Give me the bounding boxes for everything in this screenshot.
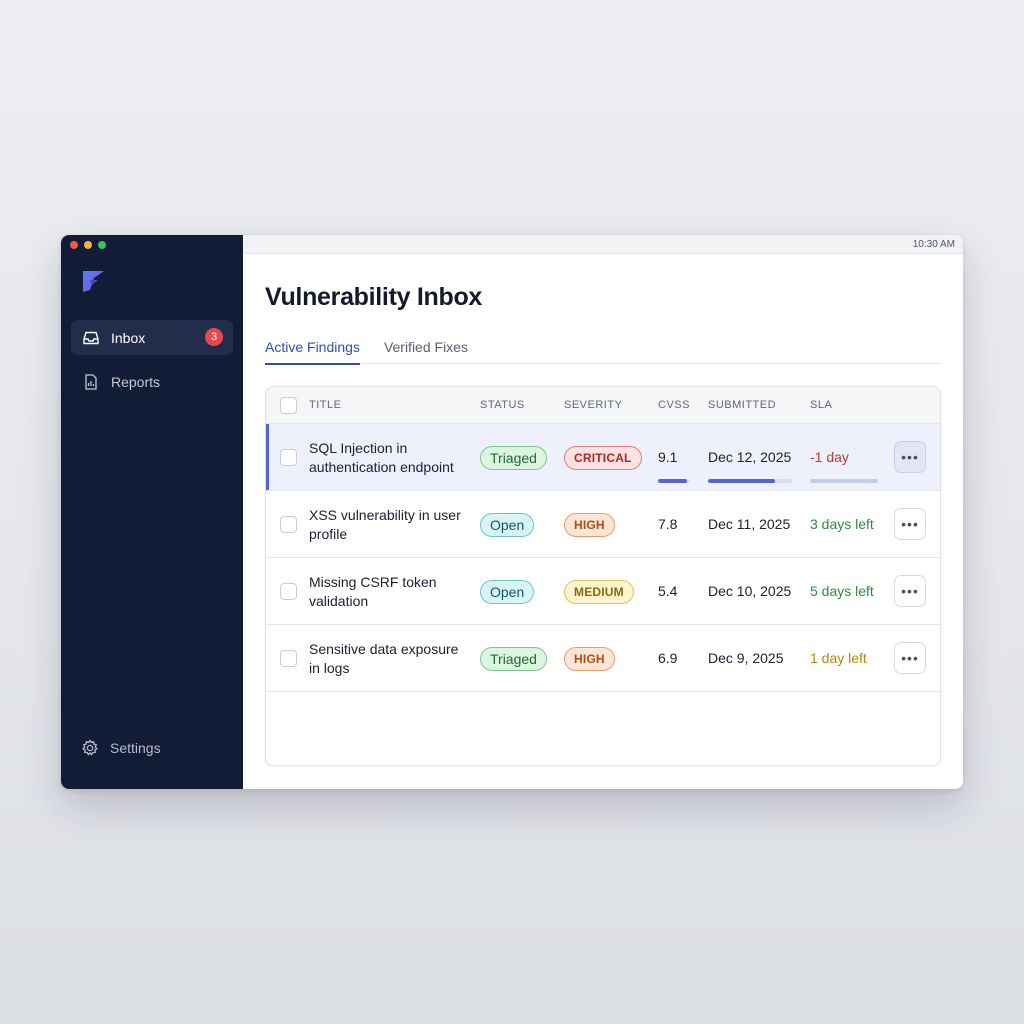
select-all-checkbox[interactable] (280, 397, 297, 414)
tab-verified-fixes[interactable]: Verified Fixes (384, 333, 468, 364)
brand-logo-icon[interactable] (80, 268, 106, 294)
cvss-score: 5.4 (658, 583, 678, 599)
window-controls (70, 241, 106, 249)
table-row[interactable]: SQL Injection in authentication endpoint… (266, 424, 940, 491)
row-checkbox[interactable] (280, 516, 297, 533)
tab-bar: Active Findings Verified Fixes (265, 333, 941, 365)
settings-label: Settings (110, 740, 161, 756)
row-checkbox[interactable] (280, 449, 297, 466)
row-actions-button[interactable]: ••• (894, 642, 926, 674)
maximize-window-button[interactable] (98, 241, 106, 249)
column-header-sla[interactable]: SLA (810, 399, 832, 411)
sla-status: 1 day left (810, 650, 867, 666)
clock: 10:30 AM (912, 239, 955, 250)
cvss-score: 6.9 (658, 650, 678, 666)
title-bar: 10:30 AM (243, 235, 963, 254)
table-row[interactable]: Missing CSRF token validation Open MEDIU… (266, 558, 940, 625)
submitted-progress-bar (708, 479, 792, 483)
severity-badge: CRITICAL (564, 446, 642, 470)
severity-badge: HIGH (564, 513, 615, 537)
sla-status: -1 day (810, 449, 849, 465)
row-actions-button[interactable]: ••• (894, 508, 926, 540)
table-row[interactable]: Sensitive data exposure in logs Triaged … (266, 625, 940, 692)
table-header: TITLE STATUS SEVERITY CVSS SUBMITTED SLA (266, 387, 940, 424)
submitted-date: Dec 10, 2025 (708, 583, 792, 599)
column-header-severity[interactable]: SEVERITY (564, 399, 622, 411)
submitted-date: Dec 11, 2025 (708, 516, 791, 532)
inbox-icon (82, 329, 100, 347)
column-header-cvss[interactable]: CVSS (658, 399, 690, 411)
tab-active-findings[interactable]: Active Findings (265, 333, 360, 365)
column-header-title[interactable]: TITLE (309, 399, 341, 411)
sidebar-item-inbox[interactable]: Inbox 3 (71, 320, 233, 355)
sla-progress-bar (810, 479, 878, 483)
status-badge: Open (480, 580, 535, 604)
finding-title[interactable]: Missing CSRF token validation (309, 573, 469, 611)
sidebar-item-label: Inbox (111, 329, 146, 346)
sidebar-item-reports[interactable]: Reports (71, 364, 233, 399)
submitted-date: Dec 12, 2025 (708, 449, 792, 465)
sidebar: Inbox 3 Reports Settings (61, 235, 243, 789)
main-content: 10:30 AM Vulnerability Inbox Active Find… (243, 235, 963, 789)
finding-title[interactable]: Sensitive data exposure in logs (309, 640, 469, 678)
page-title: Vulnerability Inbox (265, 283, 483, 311)
inbox-count-badge: 3 (205, 328, 223, 346)
sla-status: 3 days left (810, 516, 874, 532)
column-header-status[interactable]: STATUS (480, 399, 525, 411)
severity-badge: MEDIUM (564, 580, 634, 604)
cvss-progress-bar (658, 479, 690, 483)
finding-title[interactable]: SQL Injection in authentication endpoint (309, 439, 469, 477)
report-icon (82, 373, 100, 391)
status-badge: Triaged (480, 446, 547, 470)
column-header-submitted[interactable]: SUBMITTED (708, 399, 776, 411)
row-actions-button[interactable]: ••• (894, 575, 926, 607)
cvss-score: 7.8 (658, 516, 678, 532)
table-row[interactable]: XSS vulnerability in user profile Open H… (266, 491, 940, 558)
minimize-window-button[interactable] (84, 241, 92, 249)
severity-badge: HIGH (564, 647, 615, 671)
status-badge: Open (480, 513, 535, 537)
status-badge: Triaged (480, 647, 547, 671)
submitted-date: Dec 9, 2025 (708, 650, 784, 666)
app-window: Inbox 3 Reports Settings 10:30 AM Vulner… (61, 235, 963, 789)
findings-table: TITLE STATUS SEVERITY CVSS SUBMITTED SLA… (265, 386, 941, 766)
gear-icon (81, 739, 99, 757)
sla-status: 5 days left (810, 583, 874, 599)
row-checkbox[interactable] (280, 583, 297, 600)
row-actions-button[interactable]: ••• (894, 441, 926, 473)
sidebar-item-settings[interactable]: Settings (81, 739, 161, 757)
sidebar-item-label: Reports (111, 373, 161, 390)
row-checkbox[interactable] (280, 650, 297, 667)
cvss-score: 9.1 (658, 449, 678, 465)
close-window-button[interactable] (70, 241, 78, 249)
finding-title[interactable]: XSS vulnerability in user profile (309, 506, 469, 544)
